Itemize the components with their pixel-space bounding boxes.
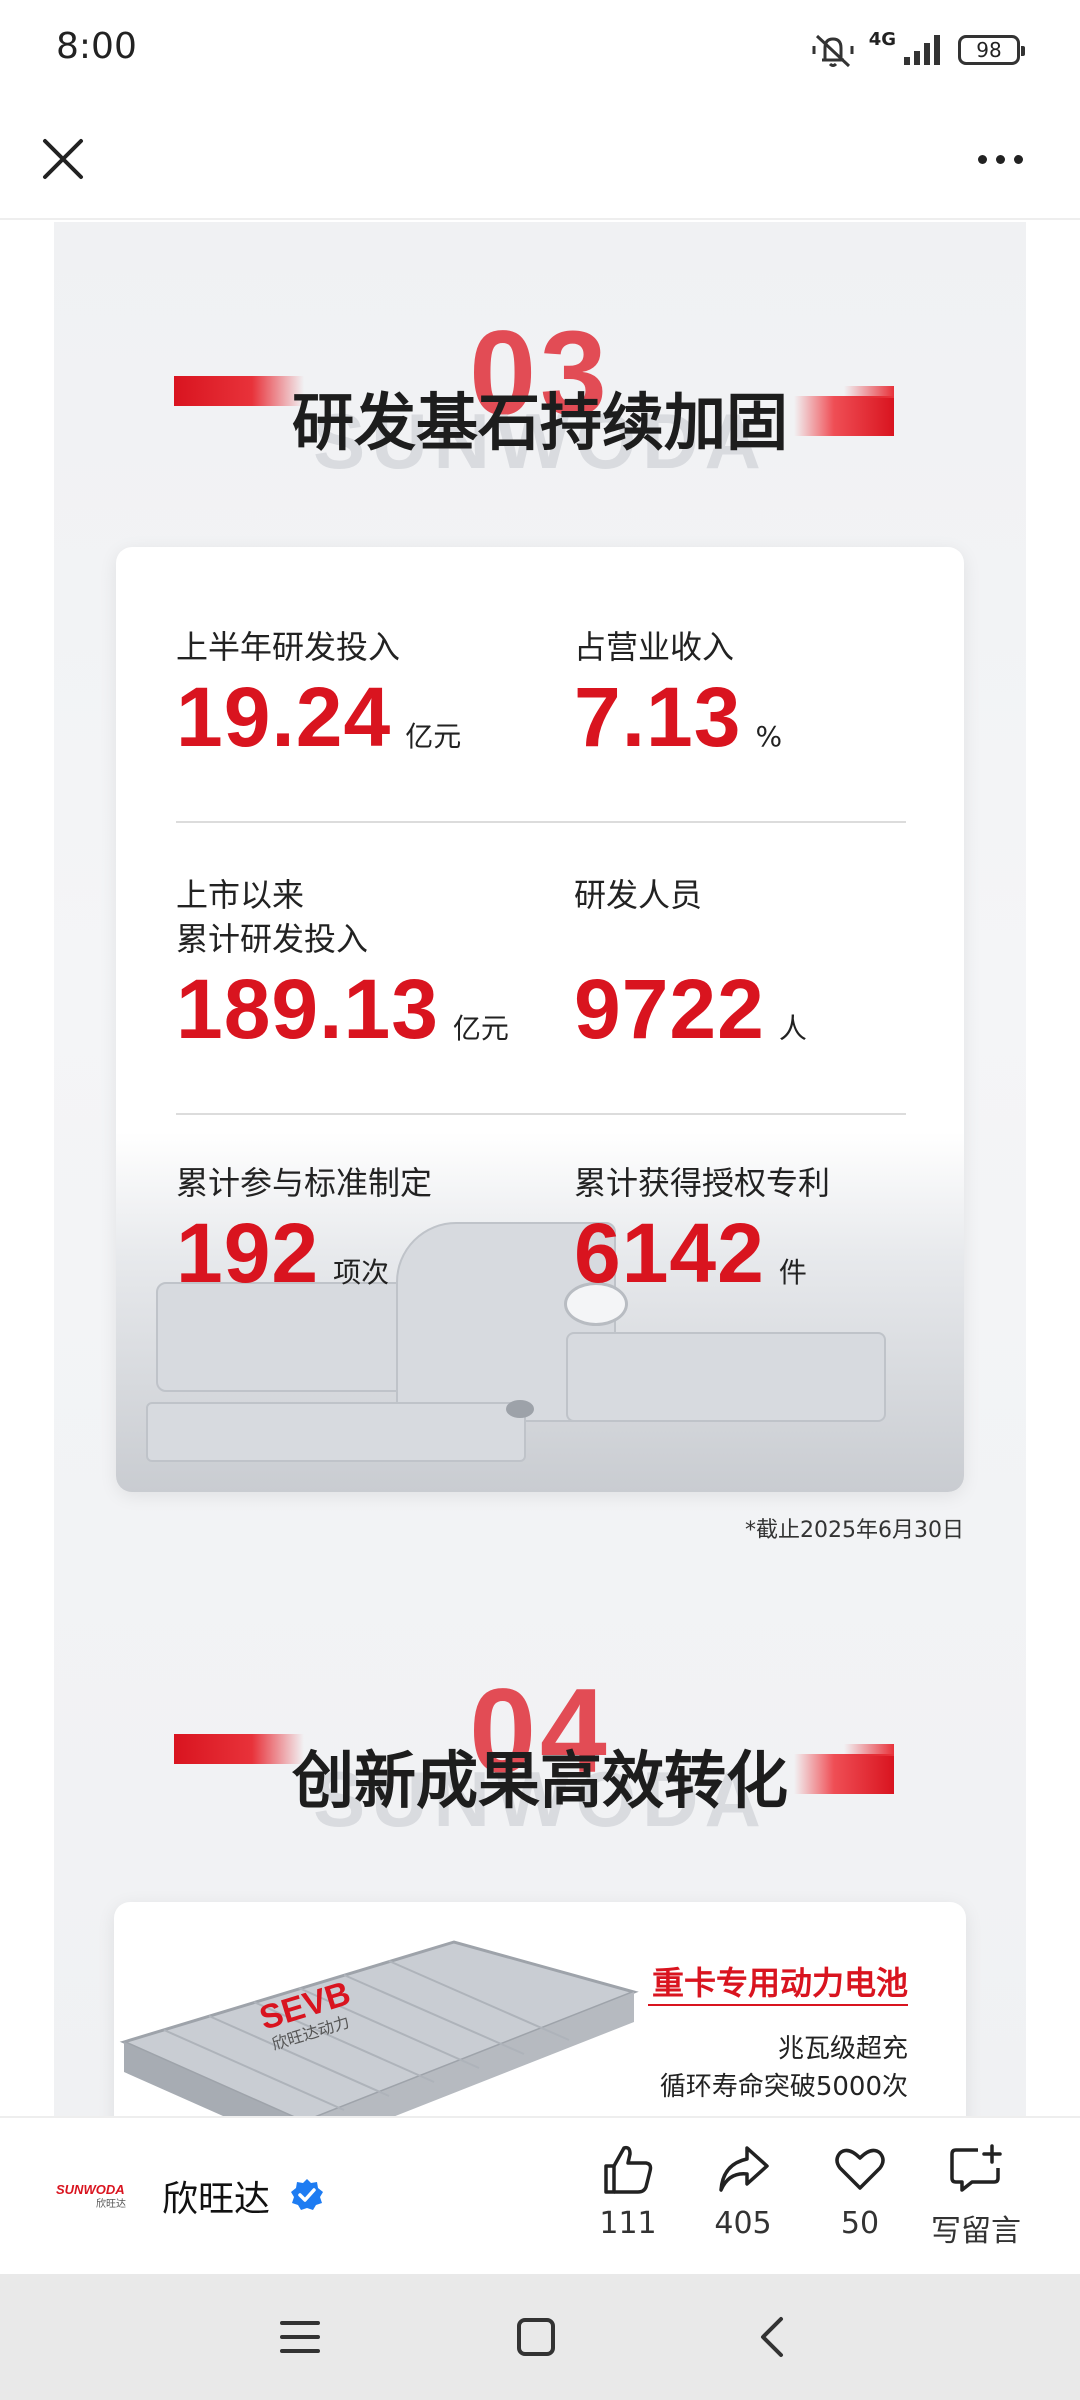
- stat-value: 9722: [574, 962, 765, 1056]
- stat-label: 占营业收入: [574, 628, 735, 666]
- signal-icon: [904, 35, 940, 65]
- divider: [176, 1113, 906, 1115]
- logo-sub: 欣旺达: [96, 2197, 126, 2210]
- more-dot-icon: [995, 154, 1005, 164]
- thumbs-up-icon: [604, 2145, 653, 2194]
- article-content[interactable]: 03 SUNWODA 研发基石持续加固 上半年研发投入 19.24 亿元 占营业…: [0, 222, 1080, 2116]
- stat-unit: 项次: [333, 1256, 390, 1289]
- stat-label: 累计获得授权专利: [574, 1164, 831, 1202]
- network-type: 4G: [868, 29, 896, 50]
- stat-value: 6142: [574, 1206, 765, 1300]
- heart-icon: [835, 2148, 885, 2190]
- like-button[interactable]: 111: [573, 2142, 683, 2241]
- close-button[interactable]: [28, 124, 98, 194]
- stat-unit: 亿元: [452, 1012, 509, 1045]
- stat-unit: 件: [778, 1256, 807, 1289]
- favorite-count: 50: [840, 2206, 880, 2241]
- home-square-icon: [517, 2318, 555, 2356]
- stat-value: 189.13: [176, 962, 439, 1056]
- stat-standards: 累计参与标准制定 192 项次: [176, 1161, 432, 1302]
- stat-label: 研发人员: [574, 876, 703, 914]
- mute-vibrate-icon: [812, 34, 854, 68]
- share-icon: [719, 2146, 769, 2192]
- comment-add-icon: [950, 2144, 1002, 2192]
- bottom-action-bar: SUNWODA 欣旺达 欣旺达 111 405 50 写留言: [0, 2116, 1080, 2274]
- like-count: 111: [599, 2206, 657, 2241]
- author-name[interactable]: 欣旺达: [162, 2170, 270, 2222]
- more-options-button[interactable]: [960, 124, 1040, 194]
- battery-feature: 循环寿命突破5000次: [659, 2072, 908, 2102]
- system-navigation-bar: [0, 2274, 1080, 2400]
- back-chevron-icon: [761, 2317, 783, 2357]
- menu-icon: [280, 2321, 320, 2353]
- stat-unit: 亿元: [405, 720, 462, 753]
- rd-stats-card: 上半年研发投入 19.24 亿元 占营业收入 7.13 % 上市以来 累计研发投…: [116, 547, 964, 1492]
- share-count: 405: [714, 2206, 772, 2241]
- footnote: *截止2025年6月30日: [745, 1518, 964, 1543]
- stat-value: 7.13: [574, 670, 742, 764]
- battery-title: 重卡专用动力电池: [651, 1964, 908, 2002]
- battery-pack-image: SEVB 欣旺达动力: [119, 1940, 639, 2116]
- back-button[interactable]: [742, 2312, 802, 2362]
- stat-patents: 累计获得授权专利 6142 件: [574, 1161, 830, 1302]
- section-03-header: 03 SUNWODA 研发基石持续加固: [54, 304, 1026, 485]
- status-icons: 4G 98: [811, 29, 1025, 70]
- stat-cumulative-rd: 上市以来 累计研发投入 189.13 亿元: [176, 873, 509, 1058]
- stat-value: 192: [176, 1206, 320, 1300]
- stat-rd-staff: 研发人员 9722 人: [574, 873, 807, 1058]
- write-comment-label: 写留言: [931, 2214, 1021, 2249]
- nav-bar: [0, 100, 1080, 220]
- favorite-button[interactable]: 50: [805, 2142, 915, 2241]
- more-dot-icon: [977, 154, 987, 164]
- close-icon: [43, 139, 83, 179]
- write-comment-button[interactable]: 写留言: [921, 2142, 1031, 2250]
- divider: [648, 2004, 908, 2006]
- battery-product-card: SEVB 欣旺达动力 重卡专用动力电池 兆瓦级超充 循环寿命突破5000次: [114, 1902, 966, 2116]
- battery-icon: 98: [958, 35, 1025, 65]
- share-button[interactable]: 405: [688, 2142, 798, 2241]
- stat-unit: 人: [778, 1012, 807, 1045]
- article-poster: 03 SUNWODA 研发基石持续加固 上半年研发投入 19.24 亿元 占营业…: [54, 222, 1026, 2116]
- stat-revenue-share: 占营业收入 7.13 %: [574, 625, 782, 766]
- status-time: 8:00: [56, 26, 137, 67]
- stat-value: 19.24: [176, 670, 392, 764]
- battery-feature: 兆瓦级超充: [777, 2034, 908, 2064]
- section-04-header: 04 SUNWODA 创新成果高效转化: [54, 1662, 1026, 1843]
- author-logo[interactable]: SUNWODA 欣旺达: [56, 2180, 136, 2210]
- more-dot-icon: [1013, 154, 1023, 164]
- status-bar: 8:00 4G 98: [0, 0, 1080, 100]
- stat-half-year-rd: 上半年研发投入 19.24 亿元: [176, 625, 461, 766]
- stat-label: 上市以来 累计研发投入: [176, 876, 369, 958]
- verified-badge-icon: [291, 2179, 323, 2210]
- divider: [176, 821, 906, 823]
- stat-label: 上半年研发投入: [176, 628, 401, 666]
- recents-button[interactable]: [270, 2312, 330, 2362]
- section-title: 创新成果高效转化: [291, 1744, 788, 1817]
- stat-unit: %: [755, 720, 783, 753]
- section-title: 研发基石持续加固: [291, 386, 788, 459]
- stat-label: 累计参与标准制定: [176, 1164, 433, 1202]
- logo-text: SUNWODA: [56, 2182, 125, 2197]
- home-button[interactable]: [506, 2312, 566, 2362]
